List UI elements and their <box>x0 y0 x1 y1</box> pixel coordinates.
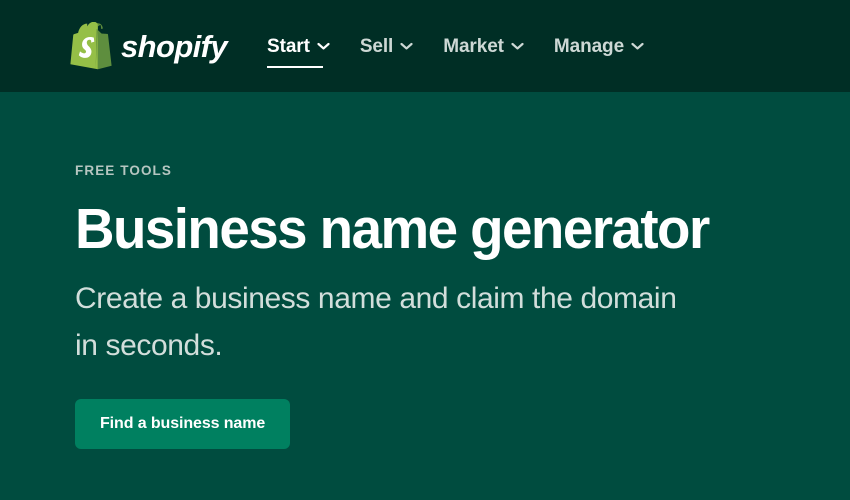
nav-item-manage-label: Manage <box>553 35 625 57</box>
shopify-bag-icon <box>70 22 112 70</box>
page-title: Business name generator <box>75 196 710 261</box>
chevron-down-icon <box>631 42 644 50</box>
nav-item-start-label: Start <box>267 35 310 57</box>
chevron-down-icon <box>317 42 330 50</box>
nav-item-market[interactable]: Market <box>443 37 554 56</box>
main-navigation: Start Sell Market Manage <box>267 35 674 68</box>
nav-item-manage[interactable]: Manage <box>554 37 674 56</box>
page-root: shopify Start Sell Market Manage FREE TO… <box>0 0 850 500</box>
site-header: shopify Start Sell Market Manage <box>0 0 850 92</box>
nav-item-sell[interactable]: Sell <box>360 37 443 56</box>
nav-item-sell-label: Sell <box>359 35 394 57</box>
shopify-logo-link[interactable]: shopify <box>70 22 228 70</box>
shopify-wordmark: shopify <box>121 28 228 64</box>
nav-active-underline <box>267 65 324 68</box>
nav-item-market-label: Market <box>443 35 504 57</box>
hero-section: FREE TOOLS Business name generator Creat… <box>0 92 850 449</box>
hero-eyebrow: FREE TOOLS <box>75 163 173 178</box>
nav-item-start[interactable]: Start <box>267 35 360 68</box>
chevron-down-icon <box>511 42 524 50</box>
chevron-down-icon <box>400 42 413 50</box>
find-business-name-button[interactable]: Find a business name <box>75 398 291 449</box>
hero-subheading: Create a business name and claim the dom… <box>75 282 677 362</box>
